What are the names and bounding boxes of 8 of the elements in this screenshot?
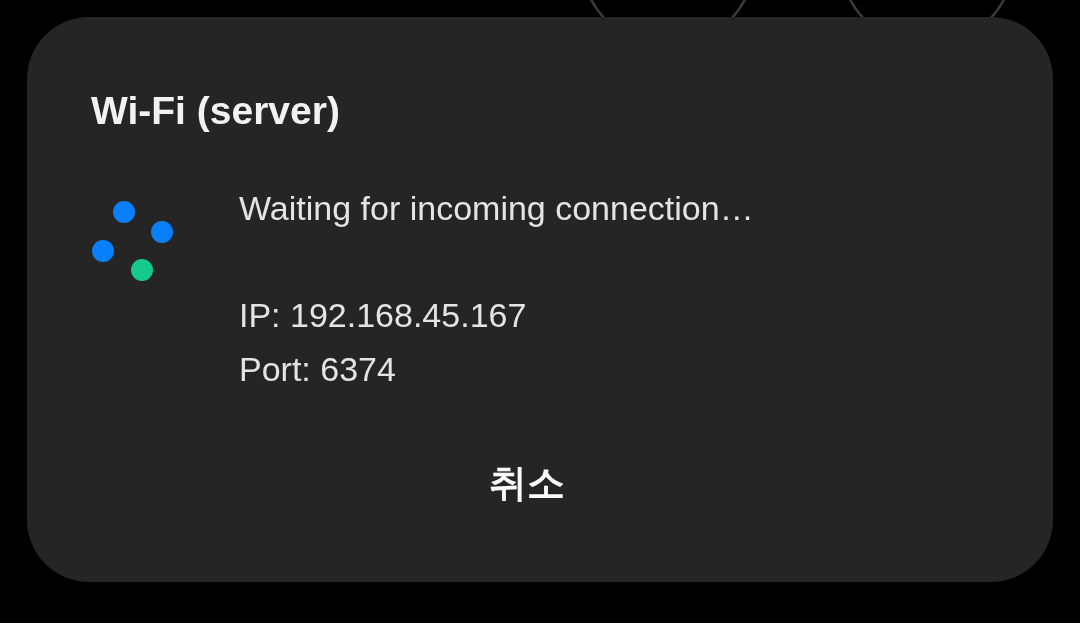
cancel-button[interactable]: 취소 (448, 448, 605, 518)
connection-detail: IP: 192.168.45.167 (239, 295, 527, 336)
connection-detail: Port: 6374 (239, 349, 396, 390)
ring-icon (588, 0, 748, 17)
status-message: Waiting for incoming connection… (239, 188, 754, 229)
loading-dots-icon (92, 201, 174, 282)
ring-icon (847, 0, 1007, 17)
dialog-title: Wi-Fi (server) (91, 89, 340, 133)
